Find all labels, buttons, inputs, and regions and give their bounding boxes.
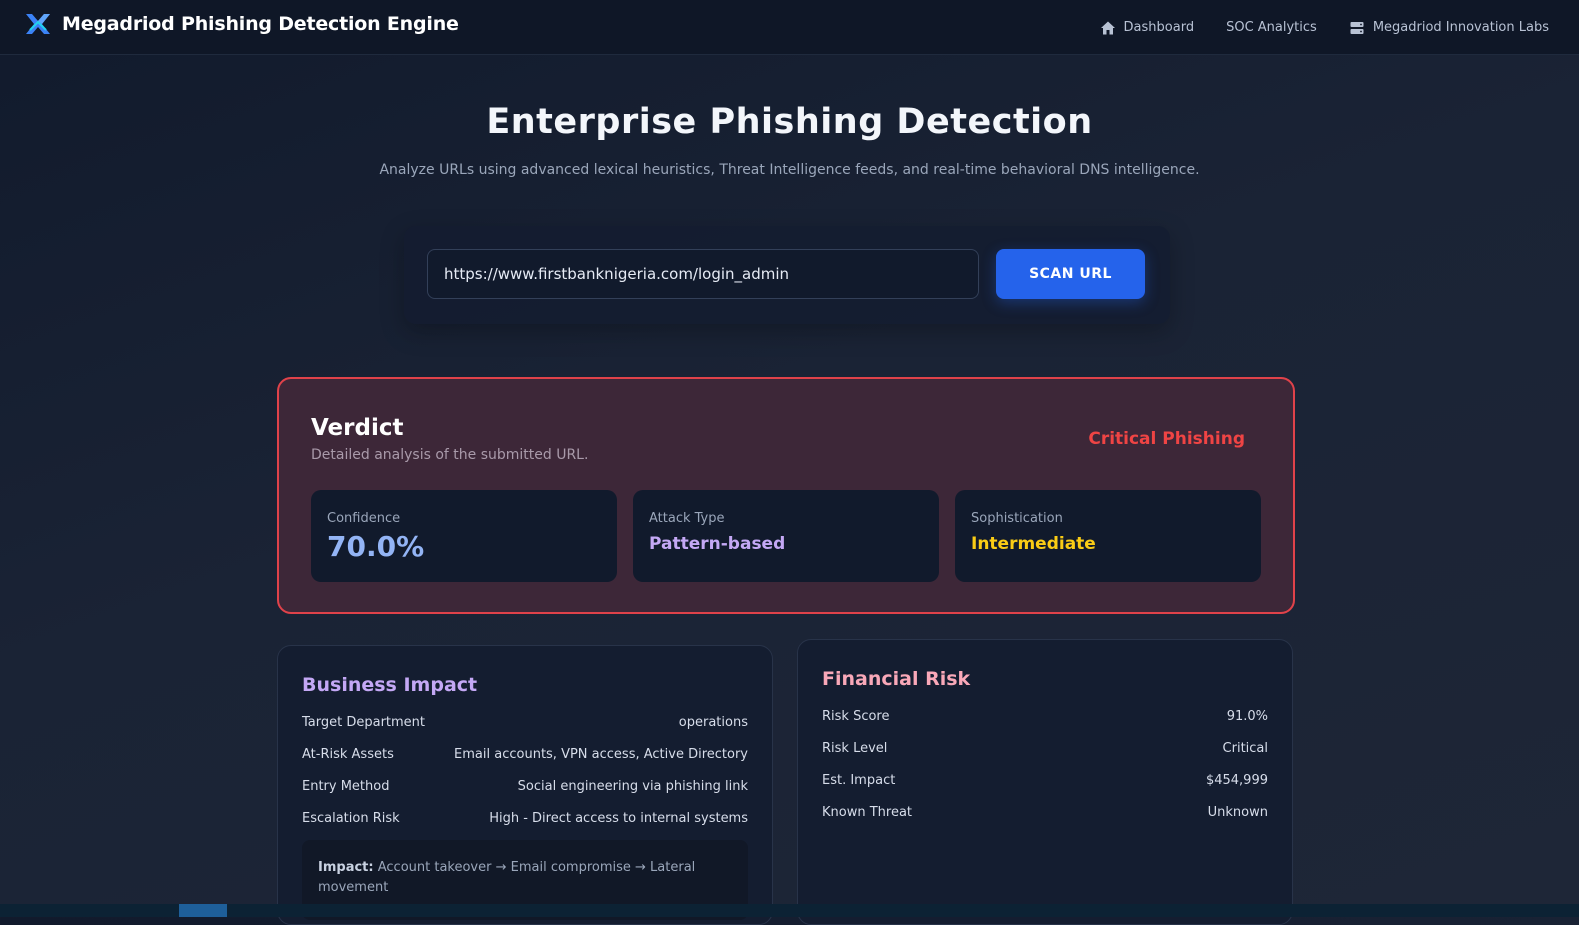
business-impact-card: Business Impact Target Department operat… bbox=[277, 645, 773, 925]
scan-url-button[interactable]: SCAN URL bbox=[996, 249, 1145, 299]
kv-key: Escalation Risk bbox=[302, 811, 400, 826]
metric-value: Pattern-based bbox=[649, 534, 786, 554]
kv-value: Social engineering via phishing link bbox=[517, 779, 748, 794]
business-impact-title: Business Impact bbox=[302, 674, 478, 696]
kv-key: Risk Score bbox=[822, 709, 890, 724]
financial-risk-title: Financial Risk bbox=[822, 668, 971, 690]
kv-row: Risk Level Critical bbox=[822, 741, 1268, 761]
nav-link-label: SOC Analytics bbox=[1226, 20, 1317, 35]
sophistication-metric: Sophistication Intermediate bbox=[955, 490, 1261, 582]
kv-key: Target Department bbox=[302, 715, 426, 730]
kv-value: High - Direct access to internal systems bbox=[489, 811, 748, 826]
scrollbar-thumb[interactable] bbox=[179, 904, 227, 917]
financial-risk-card: Financial Risk Risk Score 91.0% Risk Lev… bbox=[797, 639, 1293, 925]
nav-link-label: Megadriod Innovation Labs bbox=[1372, 20, 1549, 35]
metric-label: Confidence bbox=[327, 511, 401, 526]
metric-value: 70.0% bbox=[327, 530, 425, 563]
kv-key: At-Risk Assets bbox=[302, 747, 394, 762]
confidence-metric: Confidence 70.0% bbox=[311, 490, 617, 582]
brand-title: Megadriod Phishing Detection Engine bbox=[62, 13, 459, 35]
verdict-subtitle: Detailed analysis of the submitted URL. bbox=[311, 447, 589, 463]
home-icon bbox=[1100, 21, 1115, 34]
verdict-title: Verdict bbox=[311, 415, 404, 441]
metric-label: Sophistication bbox=[971, 511, 1063, 526]
kv-value: $454,999 bbox=[1205, 773, 1268, 788]
bottom-scrollbar[interactable] bbox=[0, 904, 1579, 917]
impact-label: Impact: bbox=[318, 860, 374, 875]
attack-type-metric: Attack Type Pattern-based bbox=[633, 490, 939, 582]
kv-value: Unknown bbox=[1207, 805, 1268, 820]
kv-row: Target Department operations bbox=[302, 715, 748, 735]
metric-value: Intermediate bbox=[971, 534, 1096, 554]
nav-link-innovation-labs[interactable]: Megadriod Innovation Labs bbox=[1349, 20, 1549, 36]
brand-logo-icon bbox=[26, 14, 50, 34]
kv-row: Risk Score 91.0% bbox=[822, 709, 1268, 729]
kv-row: Known Threat Unknown bbox=[822, 805, 1268, 825]
kv-row: Entry Method Social engineering via phis… bbox=[302, 779, 748, 799]
top-navbar: Megadriod Phishing Detection Engine Dash… bbox=[0, 0, 1579, 55]
url-input[interactable] bbox=[427, 249, 979, 299]
nav-link-soc-analytics[interactable]: SOC Analytics bbox=[1226, 20, 1317, 35]
page-subtitle: Analyze URLs using advanced lexical heur… bbox=[379, 162, 1200, 178]
page-title: Enterprise Phishing Detection bbox=[486, 102, 1093, 142]
scan-form: SCAN URL bbox=[404, 226, 1170, 324]
kv-key: Est. Impact bbox=[822, 773, 896, 788]
server-icon bbox=[1350, 21, 1364, 34]
kv-value: operations bbox=[678, 715, 748, 730]
kv-key: Risk Level bbox=[822, 741, 888, 756]
verdict-card: Verdict Detailed analysis of the submitt… bbox=[277, 377, 1295, 614]
kv-value: 91.0% bbox=[1226, 709, 1268, 724]
nav-link-dashboard[interactable]: Dashboard bbox=[1100, 20, 1195, 36]
impact-text: Account takeover → Email compromise → La… bbox=[318, 860, 696, 895]
brand[interactable]: Megadriod Phishing Detection Engine bbox=[24, 10, 459, 38]
kv-value: Email accounts, VPN access, Active Direc… bbox=[454, 747, 748, 762]
kv-row: At-Risk Assets Email accounts, VPN acces… bbox=[302, 747, 748, 767]
nav-link-label: Dashboard bbox=[1123, 20, 1195, 35]
verdict-status-badge: Critical Phishing bbox=[1088, 429, 1245, 449]
kv-row: Escalation Risk High - Direct access to … bbox=[302, 811, 748, 831]
metric-label: Attack Type bbox=[649, 511, 725, 526]
nav-links: Dashboard SOC Analytics Megadriod Innova… bbox=[1068, 0, 1549, 55]
kv-row: Est. Impact $454,999 bbox=[822, 773, 1268, 793]
kv-key: Entry Method bbox=[302, 779, 390, 794]
kv-key: Known Threat bbox=[822, 805, 913, 820]
kv-value: Critical bbox=[1222, 741, 1268, 756]
